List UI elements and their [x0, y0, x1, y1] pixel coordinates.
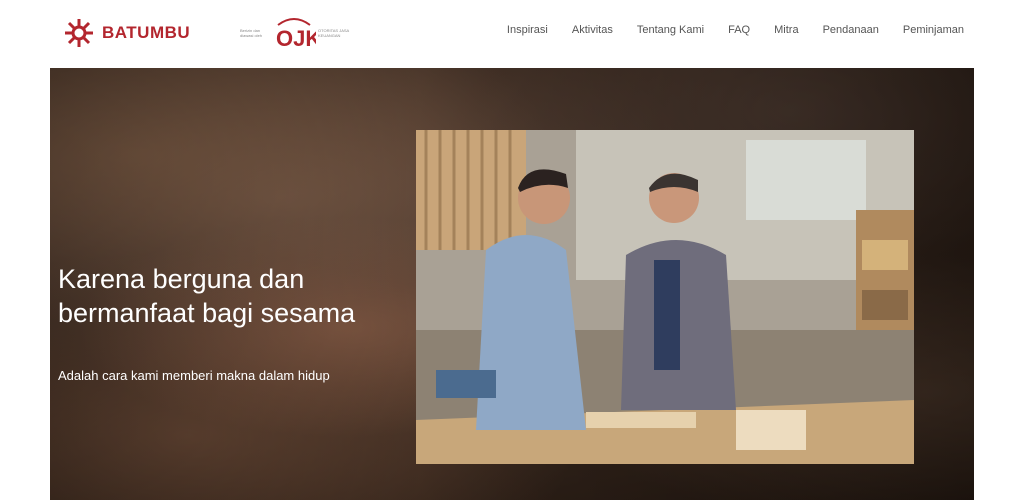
partner-caption: OTORITAS JASA KEUANGAN: [318, 28, 349, 38]
nav-item-aktivitas[interactable]: Aktivitas: [572, 24, 613, 36]
nav-item-mitra[interactable]: Mitra: [774, 24, 798, 36]
nav-item-faq[interactable]: FAQ: [728, 24, 750, 36]
hero-title: Karena berguna dan bermanfaat bagi sesam…: [58, 262, 418, 330]
partner-prefix: Berizin dan diawasi oleh: [240, 28, 263, 38]
batumbu-logo-icon: [65, 19, 93, 47]
hero-photo: [416, 130, 914, 464]
workshop-photo-illustration: [416, 130, 914, 464]
ojk-logo-icon: OJK: [276, 18, 316, 51]
hero-title-line-1: Karena berguna dan: [58, 264, 305, 294]
ojk-logo-text: OJK: [276, 26, 316, 51]
brand-logo[interactable]: BATUMBU: [62, 16, 190, 50]
brand-name: BATUMBU: [102, 23, 191, 42]
hero-banner: Karena berguna dan bermanfaat bagi sesam…: [50, 68, 974, 500]
ojk-badge: Berizin dan diawasi oleh OJK OTORITAS JA…: [240, 14, 352, 52]
main-nav: Inspirasi Aktivitas Tentang Kami FAQ Mit…: [507, 24, 964, 36]
nav-item-pendanaan[interactable]: Pendanaan: [823, 24, 879, 36]
hero-title-line-2: bermanfaat bagi sesama: [58, 298, 356, 328]
nav-item-tentang-kami[interactable]: Tentang Kami: [637, 24, 704, 36]
nav-item-inspirasi[interactable]: Inspirasi: [507, 24, 548, 36]
site-header: BATUMBU Berizin dan diawasi oleh OJK OTO…: [0, 0, 1024, 68]
hero-subtitle: Adalah cara kami memberi makna dalam hid…: [58, 368, 330, 383]
nav-item-peminjaman[interactable]: Peminjaman: [903, 24, 964, 36]
